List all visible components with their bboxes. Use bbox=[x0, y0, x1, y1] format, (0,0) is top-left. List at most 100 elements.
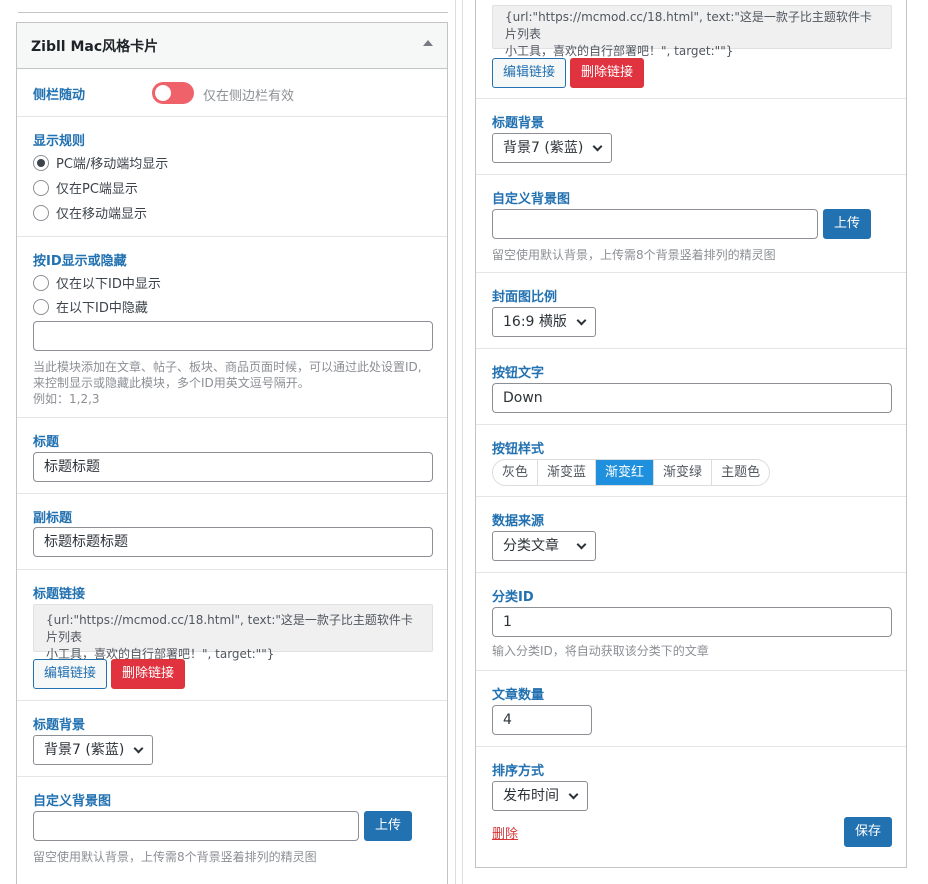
display-rule-option-0[interactable]: PC端/移动端均显示 bbox=[33, 153, 168, 172]
collapse-arrow-icon[interactable] bbox=[423, 40, 433, 46]
display-rule-option-1[interactable]: 仅在PC端显示 bbox=[33, 178, 138, 197]
upload-button[interactable]: 上传 bbox=[823, 209, 871, 239]
section-custom-bg: 自定义背景图 上传 留空使用默认背景，上传需8个背景竖着排列的精灵图 bbox=[17, 777, 447, 884]
display-rule-label: 显示规则 bbox=[33, 134, 86, 149]
title-bg-select[interactable]: 背景7 (紫蓝) bbox=[33, 735, 154, 765]
toggle-knob bbox=[155, 85, 171, 101]
title-bg-label: 标题背景 bbox=[33, 718, 86, 733]
edit-link-button[interactable]: 编辑链接 bbox=[33, 659, 107, 689]
widget-panel-right: {url:"https://mcmod.cc/18.html", text:"这… bbox=[475, 0, 907, 868]
order-by-select[interactable]: 发布时间 bbox=[492, 781, 588, 811]
sidebar-follow-note: 仅在侧边栏有效 bbox=[203, 89, 295, 104]
category-id-input[interactable]: 1 bbox=[492, 607, 892, 637]
radio-icon[interactable] bbox=[33, 298, 49, 315]
order-by-selected: 发布时间 bbox=[503, 788, 559, 804]
top-divider bbox=[18, 12, 448, 13]
data-source-label: 数据来源 bbox=[492, 514, 545, 529]
display-rule-option-label: 仅在移动端显示 bbox=[56, 207, 148, 222]
button-style-option[interactable]: 主题色 bbox=[712, 460, 769, 485]
radio-icon[interactable] bbox=[33, 179, 49, 196]
id-visibility-option-label: 仅在以下ID中显示 bbox=[56, 277, 161, 292]
title-bg-selected: 背景7 (紫蓝) bbox=[503, 140, 584, 156]
save-button[interactable]: 保存 bbox=[844, 817, 892, 847]
button-style-option[interactable]: 渐变蓝 bbox=[538, 460, 597, 485]
title-link-value: {url:"https://mcmod.cc/18.html", text:"这… bbox=[492, 5, 892, 58]
button-text-input[interactable]: Down bbox=[492, 383, 892, 413]
id-input[interactable] bbox=[33, 321, 433, 351]
cover-ratio-label: 封面图比例 bbox=[492, 290, 558, 305]
cover-ratio-selected: 16:9 横版 bbox=[503, 314, 567, 330]
section-title-link: 标题链接 {url:"https://mcmod.cc/18.html", te… bbox=[17, 570, 447, 701]
section-button-text: 按钮文字 Down bbox=[476, 349, 906, 425]
custom-bg-label: 自定义背景图 bbox=[492, 192, 571, 207]
section-title-link-right: {url:"https://mcmod.cc/18.html", text:"这… bbox=[476, 0, 906, 99]
title-bg-label: 标题背景 bbox=[492, 116, 545, 131]
display-rule-option-label: PC端/移动端均显示 bbox=[56, 157, 169, 172]
radio-icon[interactable] bbox=[33, 274, 49, 291]
custom-bg-input[interactable] bbox=[33, 811, 359, 841]
id-help-example: 例如：1,2,3 bbox=[33, 392, 100, 406]
title-bg-select[interactable]: 背景7 (紫蓝) bbox=[492, 133, 613, 163]
title-link-label: 标题链接 bbox=[33, 587, 86, 602]
widget-header[interactable]: Zibll Mac风格卡片 bbox=[17, 23, 447, 69]
category-id-help: 输入分类ID，将自动获取该分类下的文章 bbox=[492, 644, 709, 658]
radio-checked-icon[interactable] bbox=[33, 154, 49, 171]
section-title: 标题 标题标题 bbox=[17, 418, 447, 494]
section-button-style: 按钮样式 灰色 渐变蓝 渐变红 渐变绿 主题色 bbox=[476, 425, 906, 497]
button-style-segmented: 灰色 渐变蓝 渐变红 渐变绿 主题色 bbox=[492, 459, 771, 486]
title-link-value-line1: {url:"https://mcmod.cc/18.html", text:"这… bbox=[505, 10, 872, 41]
title-link-value: {url:"https://mcmod.cc/18.html", text:"这… bbox=[33, 604, 433, 661]
custom-bg-label: 自定义背景图 bbox=[33, 794, 112, 809]
edit-link-button[interactable]: 编辑链接 bbox=[492, 58, 566, 88]
chevron-down-icon bbox=[133, 743, 144, 754]
button-style-option[interactable]: 渐变绿 bbox=[654, 460, 713, 485]
chevron-down-icon bbox=[576, 315, 587, 326]
upload-button[interactable]: 上传 bbox=[364, 811, 412, 841]
delete-widget-link[interactable]: 删除 bbox=[492, 823, 518, 842]
order-by-label: 排序方式 bbox=[492, 764, 545, 779]
id-visibility-option-label: 在以下ID中隐藏 bbox=[56, 301, 148, 316]
sidebar-follow-toggle[interactable] bbox=[152, 82, 194, 104]
title-link-value-line1: {url:"https://mcmod.cc/18.html", text:"这… bbox=[46, 613, 413, 644]
delete-link-button[interactable]: 删除链接 bbox=[111, 659, 185, 689]
section-sidebar-follow: 侧栏随动 仅在侧边栏有效 bbox=[17, 69, 447, 117]
chevron-down-icon bbox=[592, 141, 603, 152]
widget-panel-left: Zibll Mac风格卡片 侧栏随动 仅在侧边栏有效 显示规则 PC端/移动端均… bbox=[16, 22, 448, 884]
section-category-id: 分类ID 1 输入分类ID，将自动获取该分类下的文章 bbox=[476, 573, 906, 671]
section-display-rule: 显示规则 PC端/移动端均显示 仅在PC端显示 仅在移动端显示 bbox=[17, 117, 447, 237]
id-visibility-option-0[interactable]: 仅在以下ID中显示 bbox=[33, 273, 161, 292]
button-style-option[interactable]: 灰色 bbox=[493, 460, 539, 485]
display-rule-option-2[interactable]: 仅在移动端显示 bbox=[33, 203, 147, 222]
custom-bg-help: 留空使用默认背景，上传需8个背景竖着排列的精灵图 bbox=[492, 248, 776, 262]
section-order-by: 排序方式 发布时间 删除 保存 bbox=[476, 747, 906, 869]
button-style-label: 按钮样式 bbox=[492, 442, 545, 457]
post-count-input[interactable]: 4 bbox=[492, 705, 592, 735]
column-divider bbox=[455, 0, 456, 884]
subtitle-label: 副标题 bbox=[33, 511, 73, 526]
title-input[interactable]: 标题标题 bbox=[33, 452, 433, 482]
section-post-count: 文章数量 4 bbox=[476, 671, 906, 747]
section-id-visibility: 按ID显示或隐藏 仅在以下ID中显示 在以下ID中隐藏 当此模块添加在文章、帖子… bbox=[17, 237, 447, 418]
section-subtitle: 副标题 标题标题标题 bbox=[17, 494, 447, 570]
id-help-line1: 当此模块添加在文章、帖子、板块、商品页面时候，可以通过此处设置ID, bbox=[33, 360, 422, 374]
id-visibility-option-1[interactable]: 在以下ID中隐藏 bbox=[33, 297, 148, 316]
category-id-label: 分类ID bbox=[492, 590, 534, 605]
section-cover-ratio: 封面图比例 16:9 横版 bbox=[476, 273, 906, 349]
button-text-label: 按钮文字 bbox=[492, 366, 545, 381]
data-source-selected: 分类文章 bbox=[503, 538, 559, 554]
section-title-bg: 标题背景 背景7 (紫蓝) bbox=[17, 701, 447, 777]
custom-bg-help: 留空使用默认背景，上传需8个背景竖着排列的精灵图 bbox=[33, 850, 317, 864]
id-help-line2: 来控制显示或隐藏此模块，多个ID用英文逗号隔开。 bbox=[33, 376, 310, 390]
cover-ratio-select[interactable]: 16:9 横版 bbox=[492, 307, 596, 337]
radio-icon[interactable] bbox=[33, 204, 49, 221]
delete-link-button[interactable]: 删除链接 bbox=[570, 58, 644, 88]
button-style-option-selected[interactable]: 渐变红 bbox=[596, 460, 655, 485]
chevron-down-icon bbox=[576, 539, 587, 550]
column-divider bbox=[462, 0, 463, 884]
custom-bg-input[interactable] bbox=[492, 209, 818, 239]
subtitle-input[interactable]: 标题标题标题 bbox=[33, 527, 433, 557]
data-source-select[interactable]: 分类文章 bbox=[492, 531, 596, 561]
id-visibility-label: 按ID显示或隐藏 bbox=[33, 254, 127, 269]
sidebar-follow-label: 侧栏随动 bbox=[33, 88, 86, 103]
chevron-down-icon bbox=[568, 789, 579, 800]
